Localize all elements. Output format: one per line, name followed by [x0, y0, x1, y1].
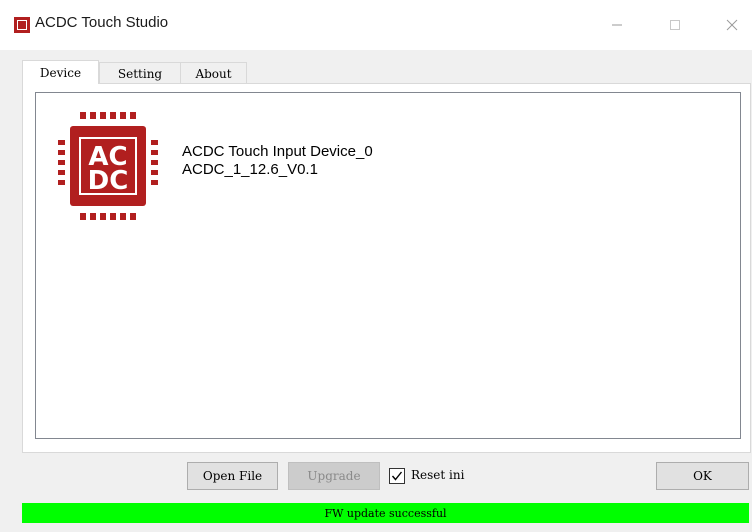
close-icon — [726, 19, 738, 31]
logo-text-bottom: DC — [88, 166, 129, 196]
device-list: AC DC ACDC Touch Input Device_0 ACDC_1_1… — [35, 92, 741, 439]
app-icon — [14, 17, 30, 33]
reset-ini-label[interactable]: Reset ini — [411, 468, 464, 482]
close-button[interactable] — [712, 10, 752, 40]
tab-setting[interactable]: Setting — [99, 62, 181, 84]
checkmark-icon — [391, 471, 403, 481]
title-bar[interactable]: ACDC Touch Studio — [0, 0, 752, 50]
device-version[interactable]: ACDC_1_12.6_V0.1 — [182, 161, 318, 178]
device-name[interactable]: ACDC Touch Input Device_0 — [182, 143, 373, 160]
open-file-button[interactable]: Open File — [187, 462, 278, 490]
maximize-button[interactable] — [652, 10, 698, 40]
reset-ini-checkbox[interactable] — [389, 468, 405, 484]
status-bar: FW update successful — [22, 503, 749, 523]
app-window: ACDC Touch Studio Device Setting About A… — [0, 0, 752, 532]
minimize-icon — [612, 24, 622, 26]
tab-device[interactable]: Device — [22, 60, 99, 84]
device-tab-panel: AC DC ACDC Touch Input Device_0 ACDC_1_1… — [22, 83, 751, 453]
window-title: ACDC Touch Studio — [35, 14, 169, 31]
maximize-icon — [670, 20, 680, 30]
acdc-chip-icon: AC DC — [58, 112, 158, 220]
minimize-button[interactable] — [594, 10, 640, 40]
upgrade-button[interactable]: Upgrade — [288, 462, 380, 490]
ok-button[interactable]: OK — [656, 462, 749, 490]
tab-about[interactable]: About — [180, 62, 247, 84]
